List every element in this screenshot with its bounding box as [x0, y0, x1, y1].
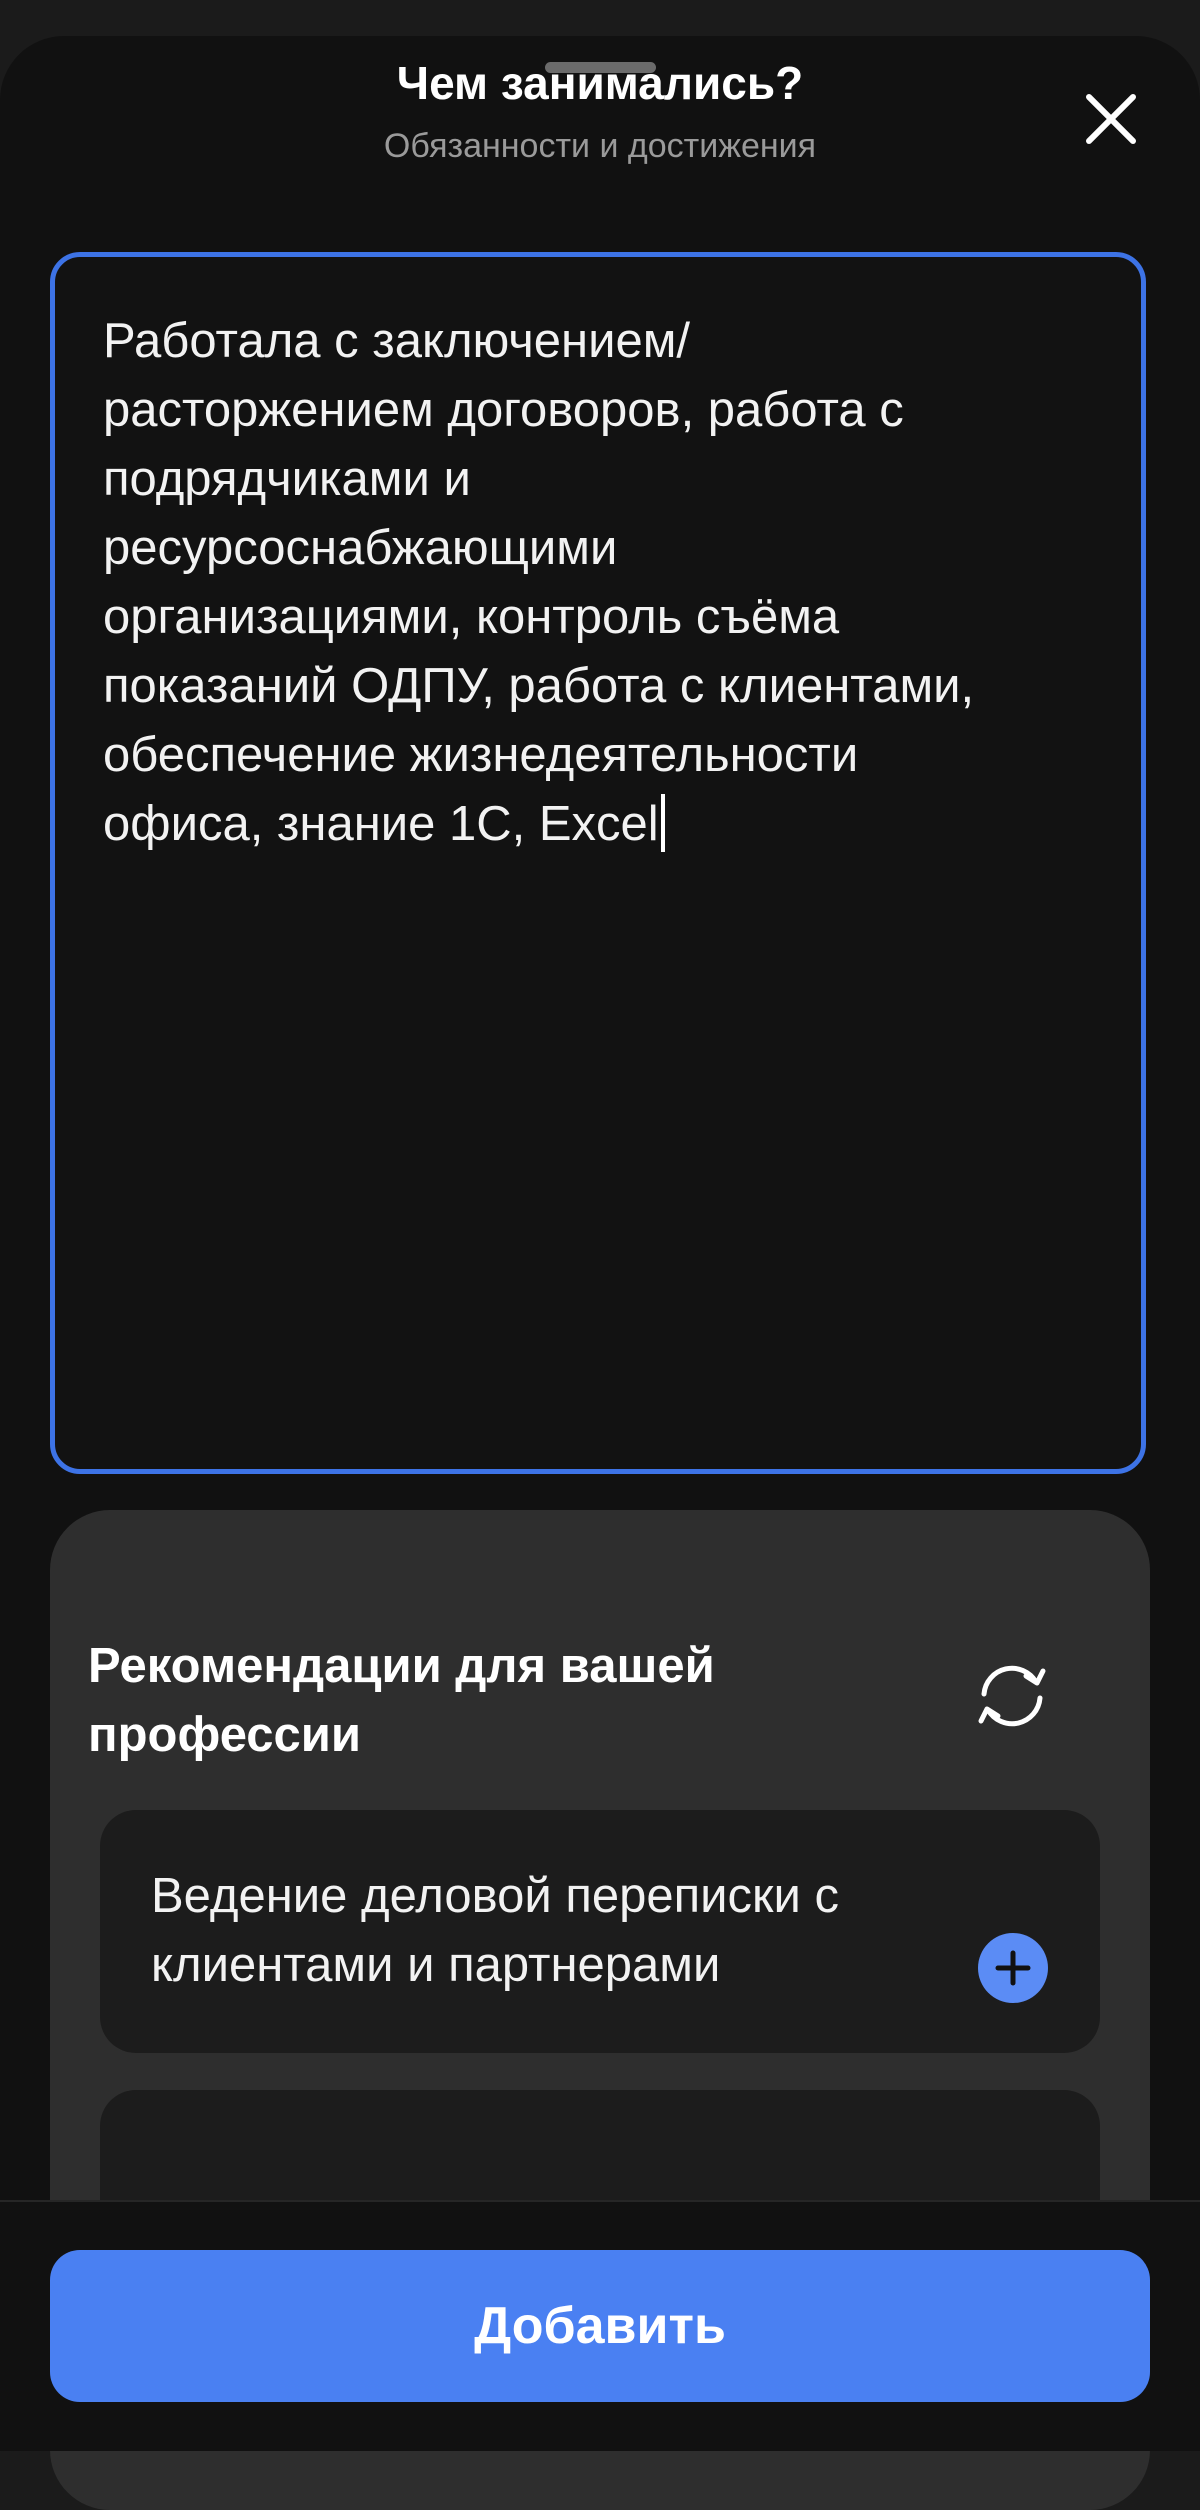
close-icon: [1086, 94, 1136, 144]
sheet-title: Чем занимались?: [396, 57, 804, 109]
recommendations-title: Рекомендации для вашей профессии: [88, 1639, 715, 1762]
recommendation-item[interactable]: Ведение деловой переписки с клиентами и …: [100, 1810, 1100, 2053]
add-button[interactable]: Добавить: [50, 2250, 1150, 2402]
text-caret: [660, 794, 665, 852]
sheet-subtitle: Обязанности и достижения: [383, 127, 817, 165]
responsibilities-textarea[interactable]: Работала с заключением/ расторжением дог…: [50, 252, 1146, 1474]
add-recommendation-button[interactable]: [978, 1933, 1048, 2003]
refresh-recommendations-button[interactable]: [966, 1650, 1058, 1742]
plus-icon: [995, 1950, 1031, 1986]
close-button[interactable]: [1078, 86, 1144, 152]
refresh-icon: [978, 1665, 1046, 1727]
textarea-value: Работала с заключением/ расторжением дог…: [103, 314, 975, 851]
recommendation-item-label: Ведение деловой переписки с клиентами и …: [151, 1869, 839, 1992]
